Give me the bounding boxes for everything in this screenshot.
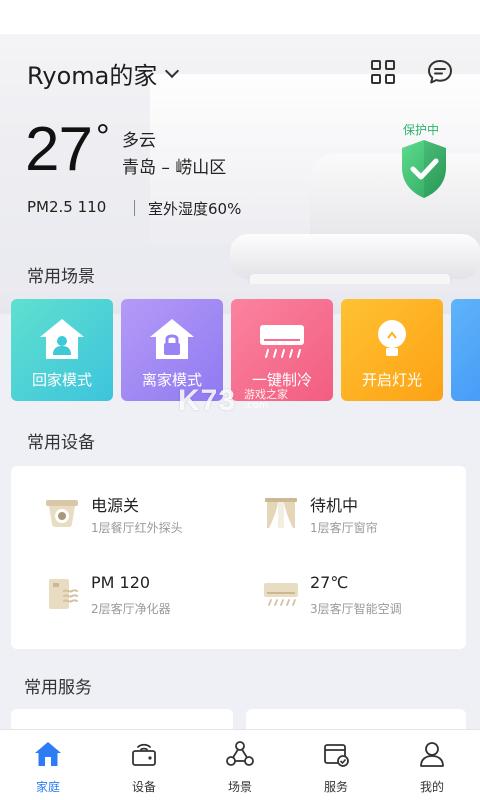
device-status: 27℃ <box>310 573 349 592</box>
device-status: 待机中 <box>310 496 359 515</box>
sofa-seat-decoration <box>230 234 480 279</box>
air-conditioner-icon <box>260 325 304 358</box>
device-item-sensor[interactable]: 电源关 1层餐厅红外探头 <box>44 492 264 552</box>
tab-scenes[interactable]: 场景 <box>192 730 288 800</box>
device-item-purifier[interactable]: PM 120 2层客厅净化器 <box>44 573 264 633</box>
profile-icon <box>420 742 444 767</box>
tab-services[interactable]: 服务 <box>288 730 384 800</box>
devices-section-title: 常用设备 <box>27 433 95 453</box>
device-status: PM 120 <box>91 573 151 592</box>
bottom-tab-bar: 家庭 设备 场景 服务 我的 <box>0 729 480 800</box>
weather-location: 青岛 – 崂山区 <box>122 158 227 178</box>
home-lock-icon <box>150 319 194 359</box>
scene-label: 回家模式 <box>31 371 92 389</box>
scene-icon <box>226 741 254 766</box>
degree-symbol: ° <box>96 118 110 156</box>
light-bulb-icon <box>378 320 406 356</box>
device-status: 电源关 <box>91 496 140 515</box>
curtain-icon <box>265 498 297 528</box>
chat-icon[interactable] <box>426 58 454 86</box>
scene-card-more[interactable] <box>451 299 480 401</box>
device-location: 3层客厅智能空调 <box>310 602 402 616</box>
scene-card-home[interactable]: 回家模式 <box>11 299 113 401</box>
scenes-section-title: 常用场景 <box>27 267 95 287</box>
divider <box>134 200 135 216</box>
watermark-url: .com <box>244 400 269 411</box>
humidity-value: 室外湿度60% <box>148 200 242 218</box>
pm25-value: PM2.5 110 <box>27 198 107 216</box>
scene-label: 开启灯光 <box>361 371 422 389</box>
tab-profile[interactable]: 我的 <box>384 730 480 800</box>
watermark-logo: K73 <box>178 384 237 417</box>
device-card: 电源关 1层餐厅红外探头 待机中 1层客厅窗帘 PM 120 2层客厅净化器 2… <box>11 466 466 649</box>
weather-condition: 多云 <box>122 131 156 151</box>
services-section-title: 常用服务 <box>24 678 92 698</box>
scene-card-lights[interactable]: 开启灯光 <box>341 299 443 401</box>
home-icon <box>35 742 61 766</box>
service-icon <box>324 744 349 767</box>
device-item-curtain[interactable]: 待机中 1层客厅窗帘 <box>263 492 480 552</box>
tab-label: 设备 <box>131 780 156 794</box>
home-name: Ryoma的家 <box>27 62 158 90</box>
tab-label: 家庭 <box>35 780 60 794</box>
shield-check-icon[interactable] <box>398 138 450 200</box>
device-location: 2层客厅净化器 <box>91 602 171 616</box>
home-selector[interactable]: Ryoma的家 <box>27 56 180 91</box>
device-item-ac[interactable]: 27℃ 3层客厅智能空调 <box>263 573 480 633</box>
temperature: 27 <box>25 115 93 184</box>
sofa-back-decoration <box>310 154 480 244</box>
tab-label: 我的 <box>419 780 444 794</box>
status-bar <box>0 0 480 34</box>
tab-home[interactable]: 家庭 <box>0 730 96 800</box>
chevron-down-icon <box>165 63 180 78</box>
protection-status-label: 保护中 <box>403 123 440 137</box>
air-conditioner-icon <box>264 583 298 606</box>
home-user-icon <box>40 319 84 359</box>
tab-label: 场景 <box>227 780 252 794</box>
device-location: 1层餐厅红外探头 <box>91 521 183 535</box>
camera-sensor-icon <box>46 500 78 527</box>
device-icon <box>132 743 156 766</box>
device-location: 1层客厅窗帘 <box>310 521 378 535</box>
tab-label: 服务 <box>323 780 348 794</box>
tab-devices[interactable]: 设备 <box>96 730 192 800</box>
air-purifier-icon <box>49 579 78 609</box>
grid-icon[interactable] <box>371 60 397 86</box>
